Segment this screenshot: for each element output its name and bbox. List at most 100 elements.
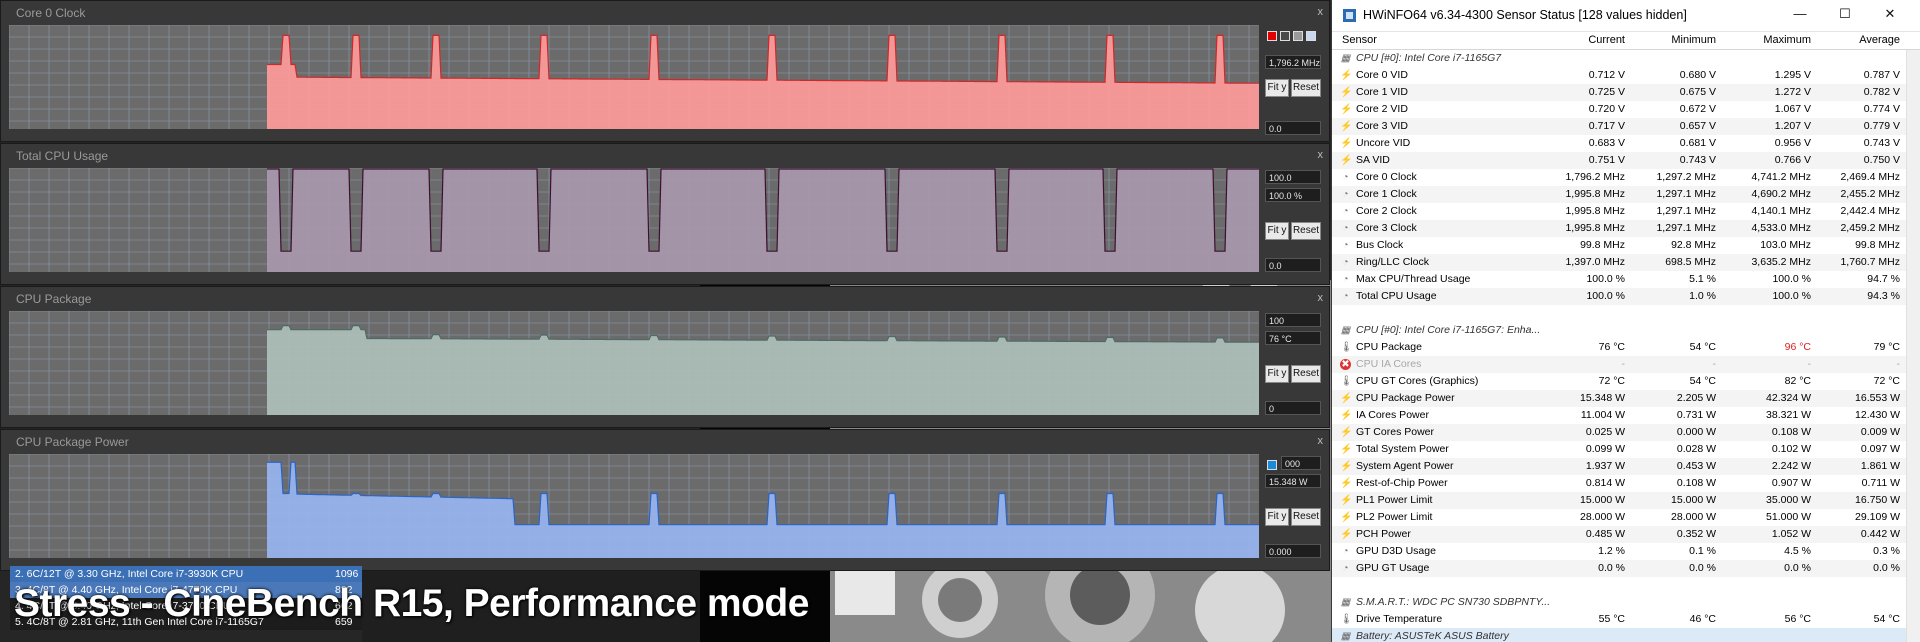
- maximize-icon[interactable]: ☐: [1835, 6, 1855, 22]
- graph-side-panel: 100 76 °C Fit y Reset 0: [1263, 311, 1325, 415]
- lightning-icon: ⚡: [1340, 121, 1353, 132]
- sensor-label: Core 1 VID: [1356, 86, 1408, 98]
- fit-y-button[interactable]: Fit y: [1265, 508, 1289, 526]
- sensor-row[interactable]: ⚡ Core 2 VID 0.720 V 0.672 V 1.067 V 0.774 V: [1332, 101, 1906, 118]
- fill-color-swatch[interactable]: [1280, 31, 1290, 41]
- sensor-current: 55 °C: [1598, 613, 1625, 625]
- column-header-average[interactable]: Average: [1814, 34, 1900, 46]
- sensor-row[interactable]: ⚡ System Agent Power 1.937 W 0.453 W 2.242 W…: [1332, 458, 1906, 475]
- sensor-row[interactable]: ⚡ Rest-of-Chip Power 0.814 W 0.108 W 0.907 W…: [1332, 475, 1906, 492]
- sensor-row[interactable]: ⚡ GT Cores Power 0.025 W 0.000 W 0.108 W 0.00…: [1332, 424, 1906, 441]
- sensor-average: 0.442 W: [1860, 528, 1900, 540]
- sensor-row[interactable]: ⚡ SA VID 0.751 V 0.743 V 0.766 V 0.750 V: [1332, 152, 1906, 169]
- reset-button[interactable]: Reset: [1291, 508, 1321, 526]
- sensor-row[interactable]: ⚡ Core 0 VID 0.712 V 0.680 V 1.295 V 0.787 V: [1332, 67, 1906, 84]
- sensor-group-header[interactable]: ▦ Battery: ASUSTeK ASUS Battery: [1332, 628, 1906, 642]
- sensor-current: 100.0 %: [1586, 290, 1625, 302]
- column-header-maximum[interactable]: Maximum: [1720, 34, 1811, 46]
- sensor-label: Core 0 VID: [1356, 69, 1408, 81]
- reset-button[interactable]: Reset: [1291, 222, 1321, 240]
- sensor-row[interactable]: ◔ Core 0 Clock 1,796.2 MHz 1,297.2 MHz 4,741…: [1332, 169, 1906, 186]
- sensor-row[interactable]: ◔ GPU GT Usage 0.0 % 0.0 % 0.0 % 0.0 %: [1332, 560, 1906, 577]
- sensor-row[interactable]: ⚡ PL2 Power Limit 28.000 W 28.000 W 51.000 W…: [1332, 509, 1906, 526]
- sensor-label: Ring/LLC Clock: [1356, 256, 1429, 268]
- gauge-icon: ◔: [1342, 172, 1349, 183]
- sensor-row[interactable]: ◔ Total CPU Usage 100.0 % 1.0 % 100.0 % 94.3 …: [1332, 288, 1906, 305]
- close-icon[interactable]: ✕: [1880, 6, 1900, 22]
- sensor-label: CPU GT Cores (Graphics): [1356, 375, 1479, 387]
- graph-plot: [9, 311, 1259, 415]
- sensor-maximum: 1.272 V: [1774, 86, 1811, 98]
- sensor-row[interactable]: 🌡 CPU Package 76 °C 54 °C 96 °C 79 °C: [1332, 339, 1906, 356]
- sensor-row[interactable]: ⚡ CPU Package Power 15.348 W 2.205 W 42.324 …: [1332, 390, 1906, 407]
- grid-color-swatch[interactable]: [1293, 31, 1303, 41]
- close-icon[interactable]: x: [1318, 149, 1324, 161]
- column-header-minimum[interactable]: Minimum: [1628, 34, 1716, 46]
- sensor-maximum: 0.956 V: [1774, 137, 1811, 149]
- graph-area: [267, 462, 1259, 558]
- close-icon[interactable]: x: [1318, 292, 1324, 304]
- sensor-average: 79 °C: [1873, 341, 1900, 353]
- minimize-icon[interactable]: —: [1790, 6, 1810, 21]
- close-icon[interactable]: x: [1318, 6, 1324, 18]
- lightning-icon: ⚡: [1340, 512, 1353, 523]
- sensor-average: 72 °C: [1873, 375, 1900, 387]
- ranking-score: 1096: [335, 568, 359, 580]
- sensor-row[interactable]: ◔ Ring/LLC Clock 1,397.0 MHz 698.5 MHz 3,635…: [1332, 254, 1906, 271]
- sensor-label: Core 3 Clock: [1356, 222, 1417, 234]
- sensor-row[interactable]: ◔ Max CPU/Thread Usage 100.0 % 5.1 % 100.0 %…: [1332, 271, 1906, 288]
- sensor-minimum: 0.680 V: [1679, 69, 1716, 81]
- sensor-row[interactable]: ◔ Core 3 Clock 1,995.8 MHz 1,297.1 MHz 4,533…: [1332, 220, 1906, 237]
- sensor-label: IA Cores Power: [1356, 409, 1429, 421]
- sensor-row[interactable]: ◔ Core 2 Clock 1,995.8 MHz 1,297.1 MHz 4,140…: [1332, 203, 1906, 220]
- sensor-row[interactable]: ⚡ PCH Power 0.485 W 0.352 W 1.052 W 0.442 W: [1332, 526, 1906, 543]
- sensor-label: GPU D3D Usage: [1356, 545, 1436, 557]
- ranking-row[interactable]: 2. 6C/12T @ 3.30 GHz, Intel Core i7-3930…: [10, 566, 362, 582]
- reset-button[interactable]: Reset: [1291, 365, 1321, 383]
- sensor-group-header[interactable]: ▦ CPU [#0]: Intel Core i7-1165G7: [1332, 50, 1906, 67]
- chip-icon: ▦: [1340, 53, 1351, 64]
- line-color-swatch[interactable]: [1267, 460, 1277, 470]
- max-value: 000: [1281, 456, 1321, 470]
- sensor-current: 0.814 W: [1585, 477, 1625, 489]
- line-color-swatch[interactable]: [1267, 31, 1277, 41]
- sensor-current: 0.485 W: [1585, 528, 1625, 540]
- sensor-average: 0.774 V: [1863, 103, 1900, 115]
- sensor-row[interactable]: ⚡ Total System Power 0.099 W 0.028 W 0.102 W…: [1332, 441, 1906, 458]
- current-value: 15.348 W: [1265, 474, 1321, 488]
- column-header-current[interactable]: Current: [1507, 34, 1625, 46]
- fit-y-button[interactable]: Fit y: [1265, 79, 1289, 97]
- sensor-group-header[interactable]: ▦ CPU [#0]: Intel Core i7-1165G7: Enha...: [1332, 322, 1906, 339]
- sensor-minimum: 0.0 %: [1689, 562, 1716, 574]
- graph-window-total-cpu-usage: Total CPU Usage x 100.0 100.0 % Fit y Re…: [0, 143, 1330, 285]
- min-value: 0.0: [1265, 121, 1321, 135]
- fit-y-button[interactable]: Fit y: [1265, 222, 1289, 240]
- close-icon[interactable]: x: [1318, 435, 1324, 447]
- sensor-row[interactable]: ◔ Core 1 Clock 1,995.8 MHz 1,297.1 MHz 4,690…: [1332, 186, 1906, 203]
- fit-y-button[interactable]: Fit y: [1265, 365, 1289, 383]
- sensor-group-header[interactable]: ▦ S.M.A.R.T.: WDC PC SN730 SDBPNTY...: [1332, 594, 1906, 611]
- column-header-sensor[interactable]: Sensor: [1342, 34, 1377, 46]
- sensor-row[interactable]: ◔ Bus Clock 99.8 MHz 92.8 MHz 103.0 MHz 99.8 …: [1332, 237, 1906, 254]
- bg-color-swatch[interactable]: [1306, 31, 1316, 41]
- graph-plot: [9, 168, 1259, 272]
- sensor-row[interactable]: ◔ GPU D3D Usage 1.2 % 0.1 % 4.5 % 0.3 %: [1332, 543, 1906, 560]
- sensor-row[interactable]: ⚡ Core 1 VID 0.725 V 0.675 V 1.272 V 0.782 V: [1332, 84, 1906, 101]
- sensor-row[interactable]: ⚡ IA Cores Power 11.004 W 0.731 W 38.321 W 12…: [1332, 407, 1906, 424]
- sensor-current: 0.717 V: [1588, 120, 1625, 132]
- sensor-row[interactable]: ⚡ Core 3 VID 0.717 V 0.657 V 1.207 V 0.779 V: [1332, 118, 1906, 135]
- sensor-minimum: 1.0 %: [1689, 290, 1716, 302]
- sensor-row[interactable]: 🌡 Drive Temperature 55 °C 46 °C 56 °C 54 °C: [1332, 611, 1906, 628]
- sensor-label: System Agent Power: [1356, 460, 1454, 472]
- sensor-row[interactable]: ⚡ PL1 Power Limit 15.000 W 15.000 W 35.000 W…: [1332, 492, 1906, 509]
- sensor-current: 1,397.0 MHz: [1565, 256, 1625, 268]
- blank-row: [1332, 305, 1906, 322]
- sensor-label: S.M.A.R.T.: WDC PC SN730 SDBPNTY...: [1356, 596, 1551, 608]
- blank-row: [1332, 577, 1906, 594]
- sensor-row[interactable]: ⚡ Uncore VID 0.683 V 0.681 V 0.956 V 0.743 V: [1332, 135, 1906, 152]
- vertical-scrollbar[interactable]: [1906, 50, 1920, 642]
- graph-window-core0-clock: Core 0 Clock x 1,796.2 MHz Fit y Reset 0…: [0, 0, 1330, 142]
- reset-button[interactable]: Reset: [1291, 79, 1321, 97]
- sensor-row[interactable]: ✖ CPU IA Cores - - - -: [1332, 356, 1906, 373]
- sensor-row[interactable]: 🌡 CPU GT Cores (Graphics) 72 °C 54 °C 82 °C 7…: [1332, 373, 1906, 390]
